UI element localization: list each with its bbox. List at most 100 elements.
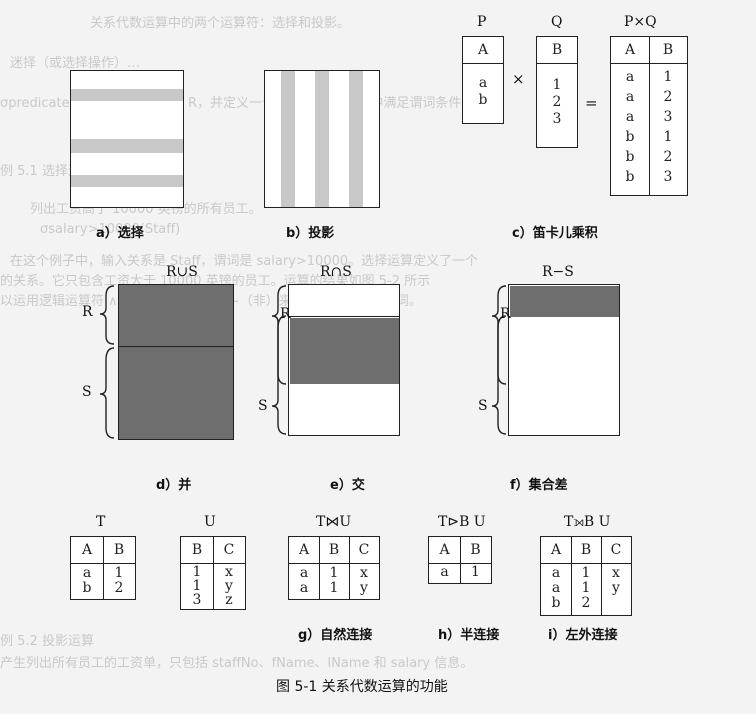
intersection-diagram (288, 284, 400, 438)
difference-r-label: R (500, 306, 511, 322)
selected-row-band (71, 89, 183, 101)
u-title: U (204, 514, 216, 530)
figure-caption: 图 5-1 关系代数运算的功能 (276, 679, 448, 695)
semi-join-cell: a (440, 564, 449, 580)
intersection-overlap (289, 317, 399, 384)
union-diagram (118, 284, 234, 440)
caption-product: c）笛卡儿乘积 (512, 226, 598, 241)
pq-header: A (624, 42, 636, 58)
natural-join-cell: y (360, 580, 368, 596)
pq-cell: b (625, 149, 635, 165)
projected-column-band (281, 71, 295, 207)
caption-left-outer-join: i）左外连接 (548, 628, 618, 643)
left-outer-join-title: T⟕B U (564, 514, 611, 530)
t-cell: 2 (114, 580, 124, 596)
caption-intersection: e）交 (330, 478, 365, 493)
q-cell: 2 (552, 94, 562, 110)
difference-title: R−S (542, 264, 574, 280)
difference-result (509, 285, 619, 317)
caption-difference: f）集合差 (510, 478, 568, 493)
union-r-label: R (82, 304, 93, 320)
difference-diagram (508, 284, 620, 438)
pq-cell: a (625, 109, 635, 125)
natural-join-cell: 1 (329, 580, 339, 596)
t-header: B (113, 542, 125, 558)
projected-column-band (349, 71, 363, 207)
pq-cell: b (625, 169, 635, 185)
difference-s-bracket (491, 315, 507, 435)
natural-join-header: A (298, 542, 310, 558)
u-cell: 3 (192, 592, 202, 608)
q-title: Q (551, 14, 563, 30)
p-cell: b (478, 92, 488, 108)
selected-row-band (71, 139, 183, 153)
q-table: B 1 2 3 (536, 36, 578, 148)
left-outer-join-cell: y (612, 580, 620, 596)
caption-projection: b）投影 (286, 226, 335, 241)
union-r-area (119, 285, 233, 346)
pq-table: A B a a a b b b 1 2 3 1 2 3 (610, 36, 688, 196)
natural-join-title: T⋈U (316, 514, 352, 530)
u-table: B C 1 1 3 x y z (180, 536, 246, 610)
q-cell: 3 (552, 111, 562, 127)
left-outer-join-cell: b (551, 595, 561, 611)
projection-diagram (264, 70, 380, 208)
u-header: C (223, 542, 235, 558)
semi-join-header: B (470, 542, 481, 558)
q-header: B (551, 42, 563, 58)
p-header: A (477, 42, 489, 58)
semi-join-cell: 1 (471, 564, 480, 580)
times-sign: × (512, 70, 525, 88)
background-text-line: 例 5.2 投影运算 (0, 634, 94, 649)
pq-cell: 1 (663, 69, 673, 85)
union-brackets (99, 285, 115, 439)
selection-diagram (70, 70, 184, 208)
left-outer-join-cell: 2 (581, 595, 591, 611)
background-text-line: σsalary>10000(Staff) (40, 222, 181, 237)
t-cell: b (82, 580, 92, 596)
semi-join-table: A B a 1 (428, 536, 492, 584)
pq-cell: b (625, 129, 635, 145)
pq-cell: 3 (663, 169, 673, 185)
intersection-r-label: R (280, 306, 291, 322)
difference-s-label: S (478, 398, 488, 414)
caption-natural-join: g）自然连接 (298, 628, 373, 643)
pq-title: P×Q (624, 14, 657, 30)
p-cell: a (478, 75, 488, 91)
t-title: T (96, 514, 106, 530)
pq-cell: a (625, 89, 635, 105)
intersection-s-bracket (271, 315, 287, 435)
left-outer-join-header: C (610, 542, 622, 558)
pq-cell: 3 (663, 109, 673, 125)
left-outer-join-header: B (580, 542, 592, 558)
caption-selection: a）选择 (96, 226, 144, 241)
union-s-area (119, 347, 233, 439)
t-table: A B a b 1 2 (70, 536, 136, 600)
left-outer-join-header: A (550, 542, 562, 558)
semi-join-header: A (439, 542, 450, 558)
semi-join-title: T⊳B U (438, 514, 486, 530)
p-title: P (477, 14, 487, 30)
background-text-line: 产生列出所有员工的工资单，只包括 staffNo、fName、lName 和 s… (0, 656, 474, 671)
background-text-line: 在这个例子中，输入关系是 Staff，谓词是 salary>10000。选择运算… (10, 254, 479, 269)
pq-cell: 1 (663, 129, 673, 145)
pq-cell: a (625, 69, 635, 85)
pq-cell: 2 (663, 149, 673, 165)
difference-s-box (508, 316, 620, 436)
pq-header: B (662, 42, 674, 58)
intersection-title: R∩S (320, 264, 352, 280)
equals-sign: = (585, 94, 598, 112)
t-header: A (81, 542, 93, 558)
caption-semi-join: h）半连接 (438, 628, 500, 643)
u-cell: z (225, 592, 233, 608)
natural-join-header: C (358, 542, 370, 558)
intersection-s-label: S (258, 398, 268, 414)
caption-union: d）并 (156, 478, 192, 493)
u-header: B (191, 542, 203, 558)
pq-cell: 2 (663, 89, 673, 105)
natural-join-table: A B C a a 1 1 x y (288, 536, 380, 600)
left-outer-join-table: A B C a a b 1 1 2 x y (540, 536, 632, 616)
natural-join-header: B (328, 542, 340, 558)
union-title: R∪S (166, 264, 198, 280)
union-s-label: S (82, 384, 92, 400)
